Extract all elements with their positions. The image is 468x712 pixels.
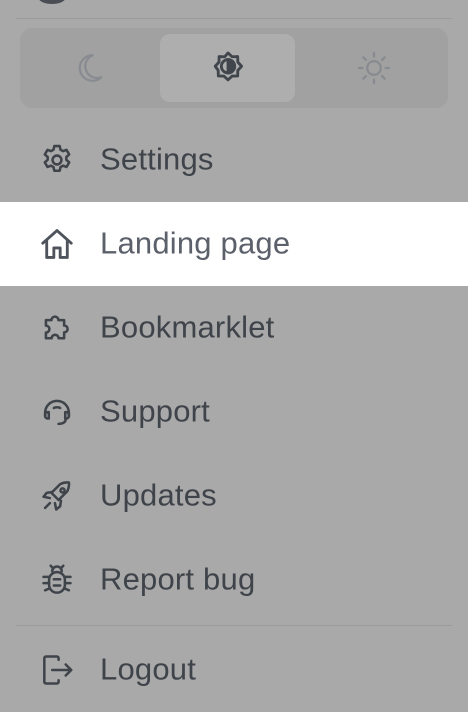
puzzle-icon xyxy=(38,309,76,347)
menu-label-landing-page: Landing page xyxy=(100,225,291,261)
theme-switcher xyxy=(20,28,448,108)
menu-item-bookmarklet[interactable]: Bookmarklet xyxy=(0,286,468,370)
headset-icon xyxy=(38,393,76,431)
menu-label-updates: Updates xyxy=(100,477,217,513)
menu-item-updates[interactable]: Updates xyxy=(0,454,468,538)
contrast-sun-icon xyxy=(213,51,243,82)
theme-light-button[interactable] xyxy=(306,34,441,102)
moon-icon xyxy=(78,54,102,82)
avatar-edge xyxy=(38,0,66,4)
menu-label-bookmarklet: Bookmarklet xyxy=(100,309,275,345)
menu-label-report-bug: Report bug xyxy=(100,561,256,597)
bug-icon xyxy=(38,561,76,599)
home-icon xyxy=(38,225,76,263)
sun-icon xyxy=(357,51,390,85)
theme-system-button[interactable] xyxy=(160,34,295,102)
menu-item-report-bug[interactable]: Report bug xyxy=(0,538,468,622)
menu-label-settings: Settings xyxy=(100,141,214,177)
menu-item-settings[interactable]: Settings xyxy=(0,118,468,202)
menu-item-landing-page[interactable]: Landing page xyxy=(0,202,468,286)
top-divider xyxy=(16,18,452,19)
menu-label-logout: Logout xyxy=(100,651,197,687)
logout-icon xyxy=(38,651,76,689)
logout-button[interactable]: Logout xyxy=(0,628,468,712)
menu-label-support: Support xyxy=(100,393,210,429)
rocket-icon xyxy=(38,477,76,515)
menu-item-support[interactable]: Support xyxy=(0,370,468,454)
theme-dark-button[interactable] xyxy=(22,34,157,102)
menu-divider xyxy=(16,625,452,626)
user-menu: Settings Landing page Bookmarklet Suppor… xyxy=(0,118,468,622)
gear-icon xyxy=(38,141,76,179)
